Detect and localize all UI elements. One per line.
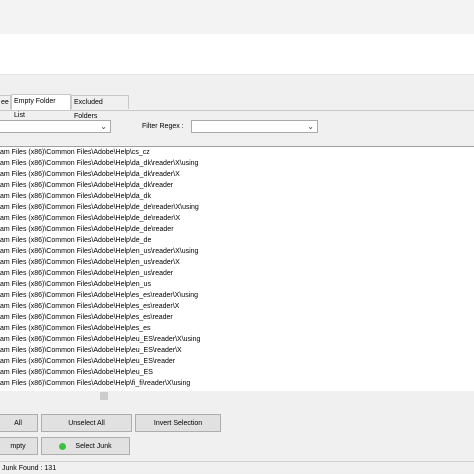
list-item[interactable]: am Files (x86)\Common Files\Adobe\Help\d… [0, 180, 474, 191]
list-item[interactable]: am Files (x86)\Common Files\Adobe\Help\d… [0, 213, 474, 224]
list-item[interactable]: am Files (x86)\Common Files\Adobe\Help\e… [0, 312, 474, 323]
scrollbar-thumb[interactable] [100, 392, 108, 400]
tab-excluded-folders[interactable]: Excluded Folders [71, 95, 129, 120]
list-item[interactable]: am Files (x86)\Common Files\Adobe\Help\e… [0, 279, 474, 290]
list-item[interactable]: am Files (x86)\Common Files\Adobe\Help\e… [0, 290, 474, 301]
list-item[interactable]: am Files (x86)\Common Files\Adobe\Help\d… [0, 191, 474, 202]
list-item[interactable]: am Files (x86)\Common Files\Adobe\Help\d… [0, 202, 474, 213]
divider [0, 74, 474, 75]
empty-folder-list[interactable]: am Files (x86)\Common Files\Adobe\Help\c… [0, 146, 474, 392]
tab-empty-folder-list[interactable]: Empty Folder List [11, 94, 71, 119]
status-dot-icon [59, 442, 67, 450]
select-all-button[interactable]: All [0, 414, 38, 432]
list-item[interactable]: am Files (x86)\Common Files\Adobe\Help\e… [0, 301, 474, 312]
tab-tree[interactable]: ee [0, 95, 11, 109]
empty-button[interactable]: mpty [0, 437, 38, 455]
list-item[interactable]: am Files (x86)\Common Files\Adobe\Help\d… [0, 169, 474, 180]
toolbar-area [0, 34, 474, 74]
filter-regex-combo[interactable]: ⌄ [191, 120, 318, 133]
select-junk-label: Select Junk [75, 443, 112, 450]
list-item[interactable]: am Files (x86)\Common Files\Adobe\Help\d… [0, 224, 474, 235]
list-item[interactable]: am Files (x86)\Common Files\Adobe\Help\e… [0, 356, 474, 367]
horizontal-scrollbar[interactable] [0, 391, 474, 401]
list-item[interactable]: am Files (x86)\Common Files\Adobe\Help\e… [0, 334, 474, 345]
list-item[interactable]: am Files (x86)\Common Files\Adobe\Help\e… [0, 345, 474, 356]
invert-selection-button[interactable]: Invert Selection [135, 414, 221, 432]
status-bar: Junk Found : 131 [0, 461, 474, 474]
list-item[interactable]: am Files (x86)\Common Files\Adobe\Help\c… [0, 147, 474, 158]
list-item[interactable]: am Files (x86)\Common Files\Adobe\Help\e… [0, 268, 474, 279]
chevron-down-icon: ⌄ [100, 122, 107, 131]
unselect-all-button[interactable]: Unselect All [41, 414, 132, 432]
tab-strip: ee Empty Folder List Excluded Folders [0, 94, 474, 120]
list-item[interactable]: am Files (x86)\Common Files\Adobe\Help\e… [0, 323, 474, 334]
filter-regex-label: Filter Regex : [142, 123, 184, 130]
select-junk-button[interactable]: Select Junk [41, 437, 130, 455]
list-item[interactable]: am Files (x86)\Common Files\Adobe\Help\d… [0, 158, 474, 169]
list-item[interactable]: am Files (x86)\Common Files\Adobe\Help\e… [0, 257, 474, 268]
list-item[interactable]: am Files (x86)\Common Files\Adobe\Help\e… [0, 246, 474, 257]
title-bar [0, 0, 474, 34]
list-item[interactable]: am Files (x86)\Common Files\Adobe\Help\e… [0, 367, 474, 378]
chevron-down-icon: ⌄ [307, 122, 314, 131]
list-item[interactable]: am Files (x86)\Common Files\Adobe\Help\f… [0, 378, 474, 389]
list-item[interactable]: am Files (x86)\Common Files\Adobe\Help\d… [0, 235, 474, 246]
